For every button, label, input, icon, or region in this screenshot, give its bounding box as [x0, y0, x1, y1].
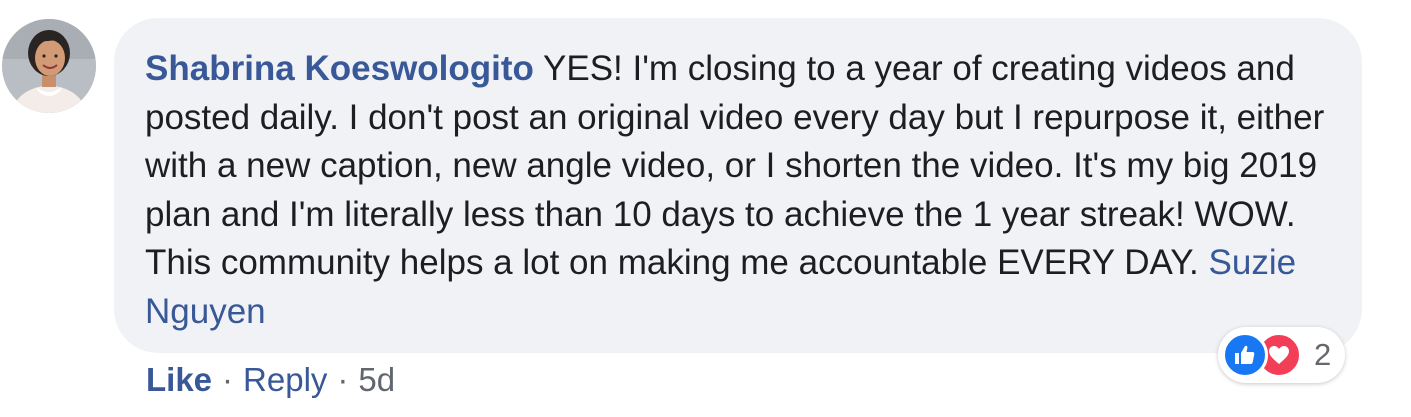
- separator: ·: [222, 361, 234, 398]
- comment-text: Shabrina Koeswologito YES! I'm closing t…: [145, 45, 1332, 336]
- comment-actions: Like · Reply · 5d: [146, 360, 395, 400]
- comment-bubble: Shabrina Koeswologito YES! I'm closing t…: [114, 18, 1362, 353]
- comment: Shabrina Koeswologito YES! I'm closing t…: [0, 0, 1411, 417]
- avatar[interactable]: [2, 19, 96, 113]
- timestamp-link[interactable]: 5d: [358, 360, 395, 400]
- author-name-link[interactable]: Shabrina Koeswologito: [145, 49, 534, 88]
- reply-button[interactable]: Reply: [243, 360, 327, 400]
- avatar-image: [2, 19, 96, 113]
- reactions-summary[interactable]: 2: [1218, 327, 1346, 383]
- like-button[interactable]: Like: [146, 360, 212, 400]
- thumbs-up-icon: [1222, 332, 1268, 378]
- reaction-count: 2: [1314, 337, 1332, 372]
- separator: ·: [337, 361, 349, 398]
